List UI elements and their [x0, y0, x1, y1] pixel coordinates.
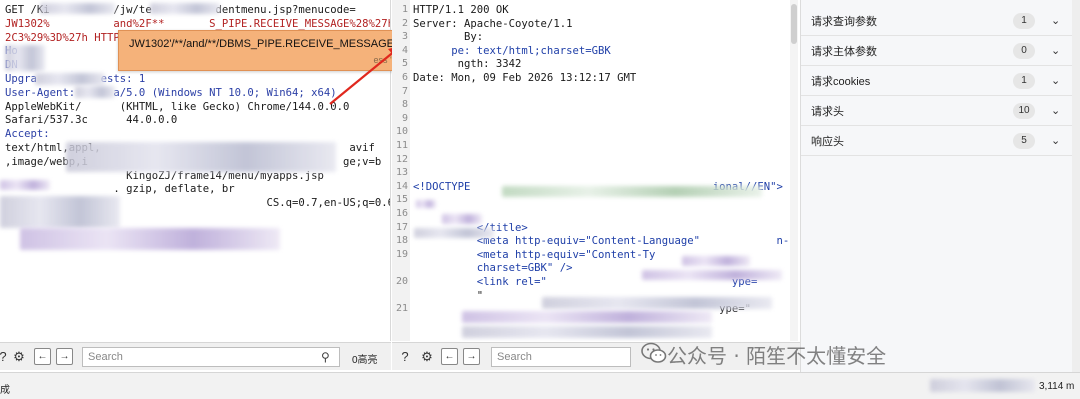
match-count: 0高亮 [352, 355, 378, 366]
chevron-down-icon[interactable]: ⌄ [1051, 44, 1060, 57]
line-number: 11 [395, 140, 408, 151]
response-size: 3,114 m [1039, 381, 1075, 392]
line-number: 8 [401, 99, 408, 111]
status-text: 成 [0, 385, 10, 396]
inspector-row[interactable]: 响应头 5 ⌄ [801, 126, 1073, 156]
line-number: 4 [401, 44, 408, 56]
inspector-row-label: 请求头 [811, 105, 844, 118]
line-number: 7 [401, 85, 408, 97]
line-number: 3 [401, 31, 408, 43]
redaction-blur [20, 228, 280, 250]
line-number: 16 [395, 208, 408, 219]
redaction-blur [502, 186, 762, 197]
inspector-row-label: 请求主体参数 [811, 45, 877, 58]
gear-icon[interactable]: ⚙ [418, 348, 436, 366]
redaction-blur [5, 45, 45, 71]
prev-button[interactable]: ← [441, 348, 458, 365]
request-line: Accept: [5, 128, 50, 141]
response-line: Server: Apache-Coyote/1.1 [413, 17, 573, 30]
response-line: HTTP/1.1 200 OK [413, 4, 509, 16]
tooltip-text: JW1302'/**/and/**/DBMS_PIPE.RECEIVE_MESS… [129, 38, 436, 50]
redaction-blur [930, 379, 1035, 392]
line-number: 6 [401, 72, 408, 83]
inspector-row-label: 响应头 [811, 135, 844, 148]
redaction-blur [414, 228, 494, 238]
redaction-blur [150, 3, 220, 14]
redaction-blur [642, 270, 782, 280]
inspector-row[interactable]: 请求查询参数 1 ⌄ [801, 6, 1073, 36]
line-number: 17 [395, 221, 408, 233]
response-viewer[interactable]: 1 HTTP/1.1 200 OK 2 Server: Apache-Coyote/1… [392, 0, 798, 341]
redaction-blur [75, 86, 115, 98]
inspector-row[interactable]: 请求主体参数 0 ⌄ [801, 36, 1073, 66]
search-icon[interactable]: ⚲ [321, 350, 330, 364]
redaction-blur [35, 73, 105, 85]
line-number: 21 [395, 303, 408, 315]
redaction-blur [682, 256, 750, 266]
line-number: 12 [395, 153, 408, 165]
chevron-down-icon[interactable]: ⌄ [1051, 134, 1060, 147]
status-bar: 成 3,114 m [0, 372, 1080, 399]
request-line: Safari/537.3c 44.0.0.0 [5, 114, 178, 127]
line-number: 9 [401, 112, 408, 124]
chevron-down-icon[interactable]: ⌄ [1051, 74, 1060, 87]
line-number: 5 [401, 58, 408, 70]
redaction-blur [0, 196, 120, 228]
line-number: 1 [401, 4, 408, 15]
response-line: Date: Mon, 09 Feb 2026 13:12:17 GMT [413, 72, 637, 84]
redaction-blur [442, 214, 482, 224]
prev-button[interactable]: ← [34, 348, 51, 365]
response-line: <meta http-equiv="Content-Ty [413, 248, 656, 261]
inspector-row[interactable]: 请求cookies 1 ⌄ [801, 66, 1073, 96]
help-icon[interactable]: ? [396, 348, 414, 366]
redaction-blur [40, 3, 115, 14]
response-line: pe: text/html;charset=GBK [413, 44, 611, 57]
left-search-bar: ? ⚙ ← → ⚲ 0高亮 [0, 342, 391, 370]
redaction-blur [0, 180, 50, 190]
redaction-blur [462, 326, 712, 338]
next-button[interactable]: → [56, 348, 73, 365]
inspector-row[interactable]: 请求头 10 ⌄ [801, 96, 1073, 126]
line-number: 20 [395, 276, 408, 287]
response-line: charset=GBK" /> [413, 262, 573, 275]
inspector-panel: 请求查询参数 1 ⌄ 请求主体参数 0 ⌄ 请求cookies 1 ⌄ 请求头 10 ⌄ 响应头 5 ⌄ [800, 0, 1073, 372]
inspector-count-badge: 0 [1013, 42, 1035, 59]
request-line: AppleWebKit/ (KHTML, like Gecko) Chrome/… [5, 100, 350, 113]
line-number: 10 [395, 126, 408, 138]
search-input[interactable] [82, 347, 340, 367]
line-number: 13 [395, 167, 408, 179]
inspector-row-label: 请求查询参数 [811, 15, 877, 28]
inspector-count-badge: 1 [1013, 72, 1035, 89]
response-line: ngth: 3342 [413, 58, 522, 71]
gear-icon[interactable]: ⚙ [10, 348, 28, 366]
request-line: User-Agent: a/5.0 (Windows NT 10.0; Win6… [5, 86, 337, 99]
chevron-down-icon[interactable]: ⌄ [1051, 104, 1060, 117]
response-line: By: [413, 31, 484, 44]
wechat-icon [641, 342, 667, 363]
redaction-blur [66, 142, 336, 172]
line-number: 15 [395, 194, 408, 206]
line-number: 19 [395, 248, 408, 260]
redaction-blur [416, 200, 436, 208]
redaction-blur [542, 297, 772, 309]
inspector-count-badge: 1 [1013, 12, 1035, 29]
line-number: 2 [401, 17, 408, 29]
response-line: " [413, 289, 484, 302]
inspector-scrollbar[interactable] [1072, 0, 1080, 372]
redaction-blur [462, 311, 712, 323]
inspector-count-badge: 10 [1013, 102, 1035, 119]
response-scrollbar[interactable] [790, 0, 798, 341]
watermark-text: 公众号 · 陌笙不太懂安全 [667, 344, 887, 368]
next-button[interactable]: → [463, 348, 480, 365]
inspector-row-label: 请求cookies [811, 75, 871, 88]
chevron-down-icon[interactable]: ⌄ [1051, 14, 1060, 27]
line-number: 18 [395, 235, 408, 247]
line-number: 14 [395, 180, 408, 192]
inspector-count-badge: 5 [1013, 132, 1035, 149]
search-input[interactable] [491, 347, 631, 367]
